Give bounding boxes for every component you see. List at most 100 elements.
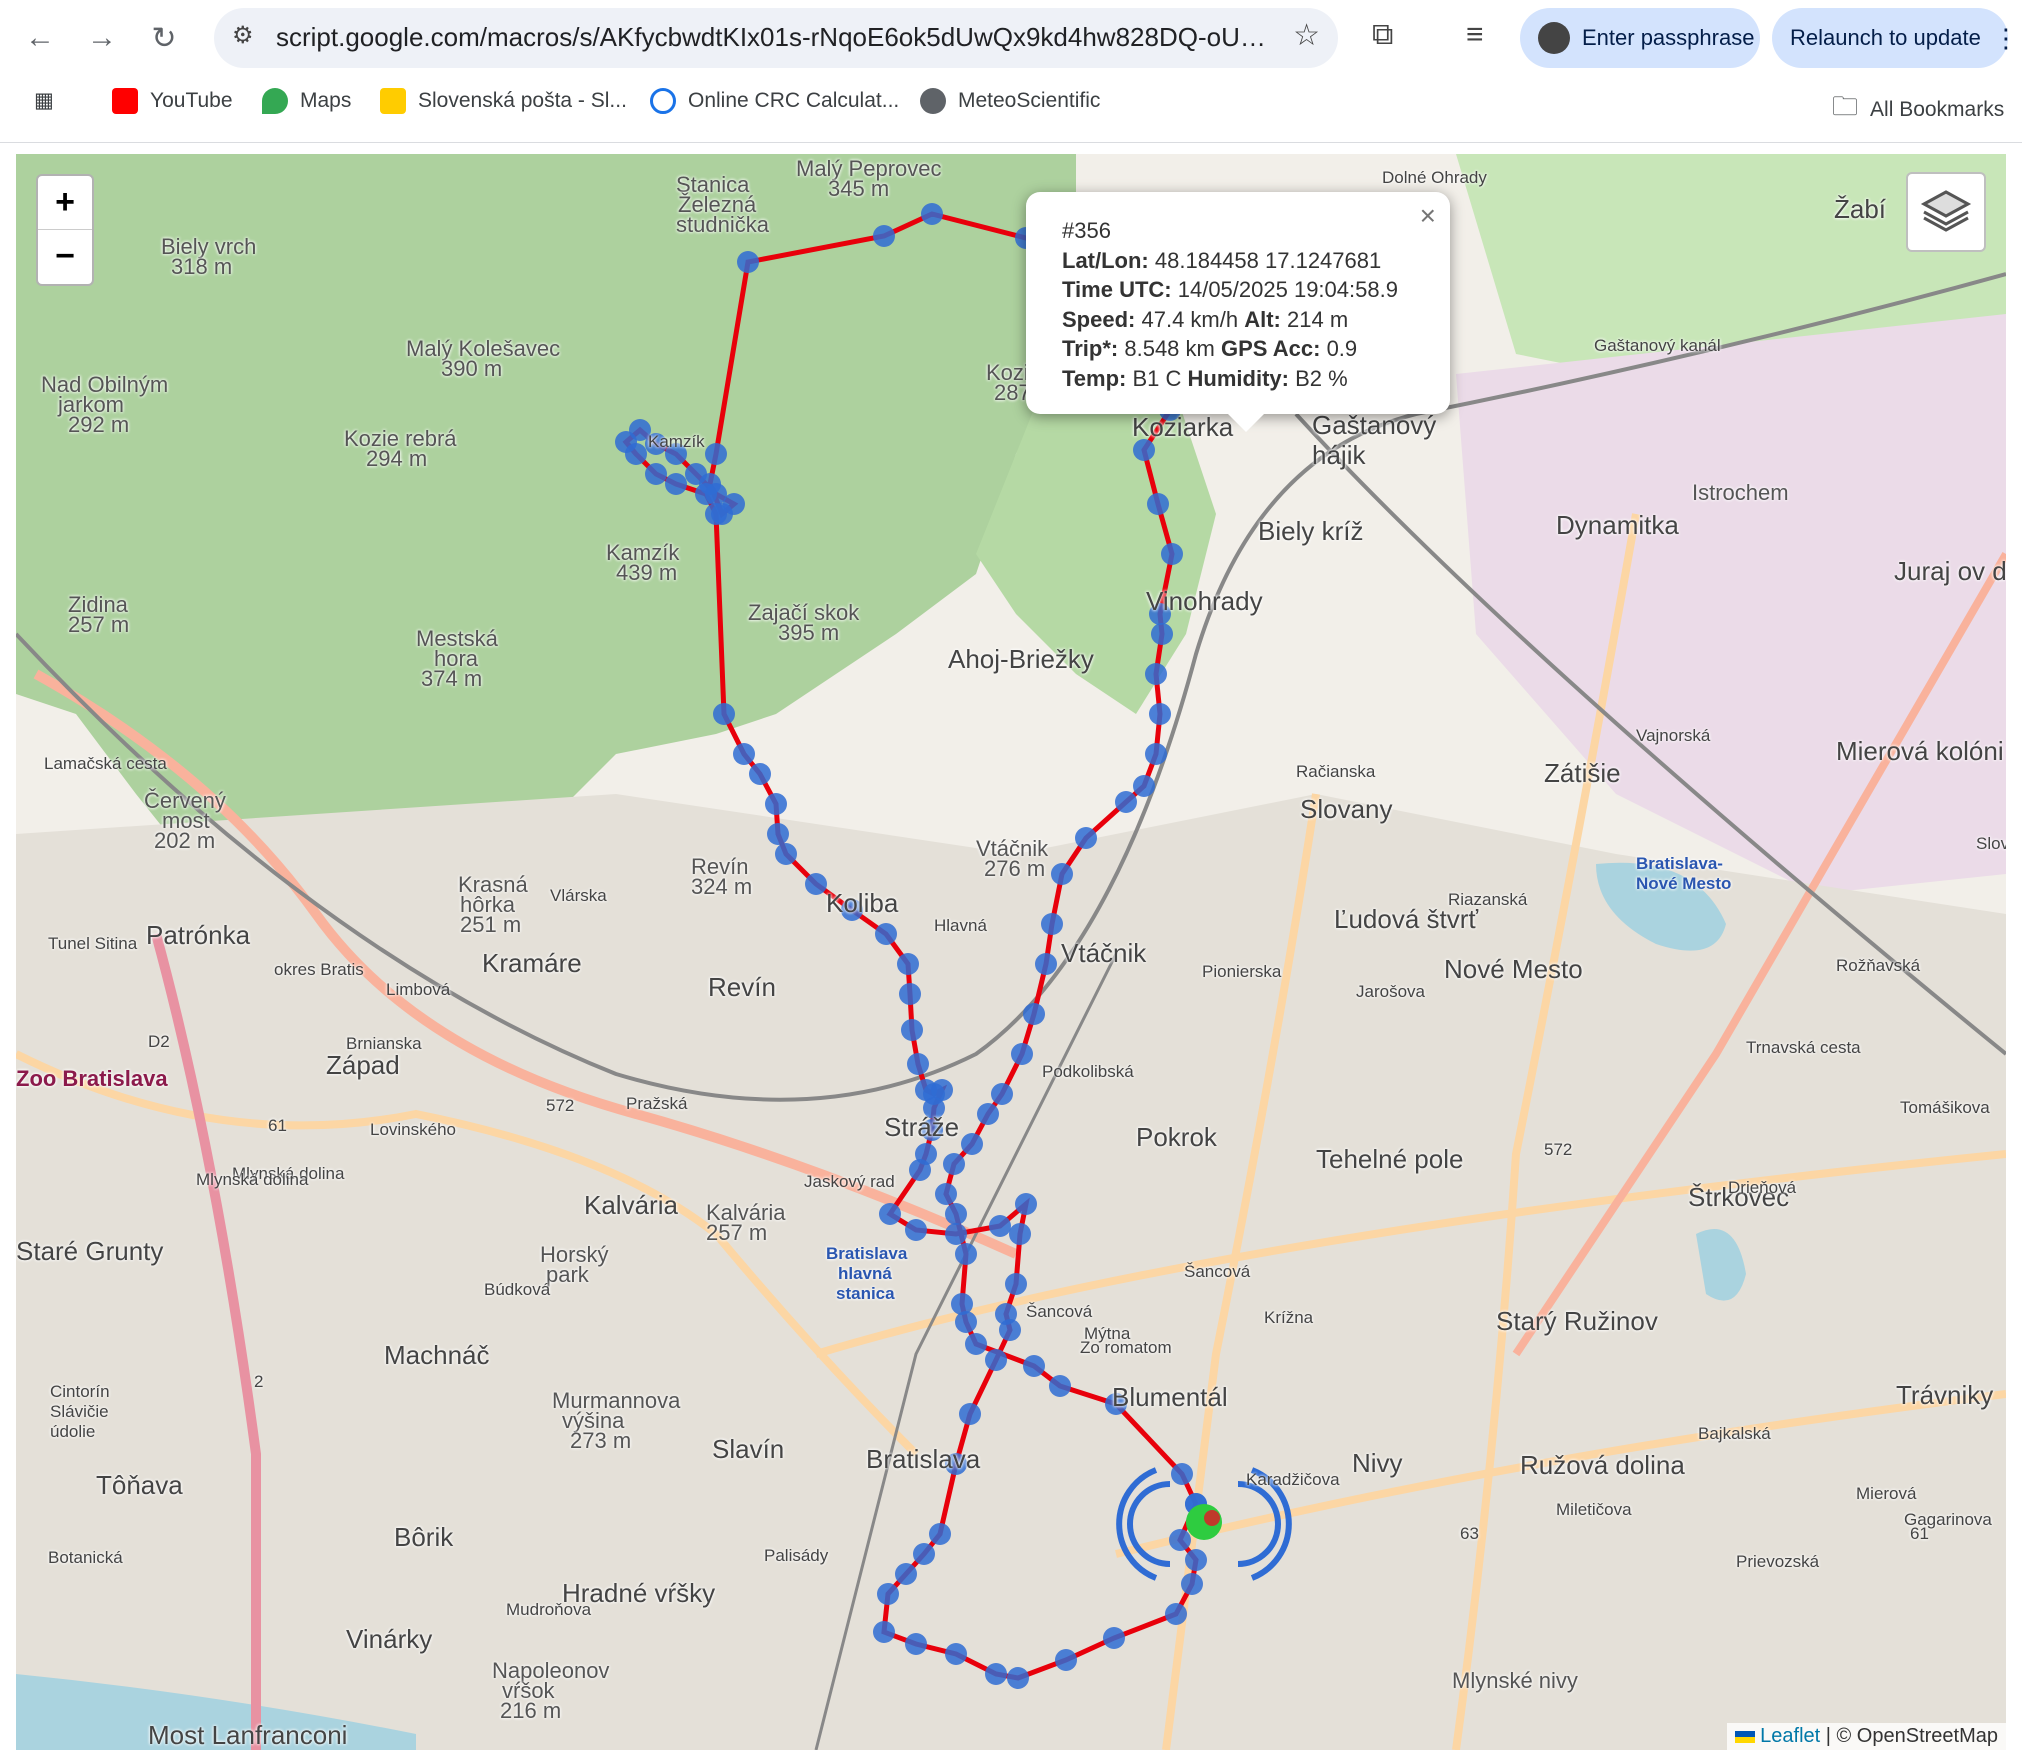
gps-point[interactable] bbox=[1161, 543, 1183, 565]
zoom-in-button[interactable]: + bbox=[38, 176, 92, 230]
gps-point[interactable] bbox=[1049, 1375, 1071, 1397]
gps-point[interactable] bbox=[737, 251, 759, 273]
zoom-out-button[interactable]: − bbox=[38, 230, 92, 283]
gps-point[interactable] bbox=[879, 1203, 901, 1225]
gps-point[interactable] bbox=[1103, 1627, 1125, 1649]
gps-point[interactable] bbox=[877, 1583, 899, 1605]
gps-point[interactable] bbox=[1169, 1529, 1191, 1551]
gps-point[interactable] bbox=[713, 703, 735, 725]
apps-grid-icon[interactable]: ▦ bbox=[34, 88, 54, 113]
gps-point[interactable] bbox=[1075, 827, 1097, 849]
gps-point[interactable] bbox=[1011, 1043, 1033, 1065]
gps-point[interactable] bbox=[921, 203, 943, 225]
gps-point[interactable] bbox=[935, 1183, 957, 1205]
gps-point[interactable] bbox=[767, 823, 789, 845]
gps-point[interactable] bbox=[1185, 1549, 1207, 1571]
url-text[interactable]: script.google.com/macros/s/AKfycbwdtKIx0… bbox=[276, 22, 1266, 53]
gps-point[interactable] bbox=[1133, 775, 1155, 797]
gps-point[interactable] bbox=[873, 1621, 895, 1643]
gps-point[interactable] bbox=[1015, 1193, 1037, 1215]
gps-point[interactable] bbox=[875, 923, 897, 945]
gps-point[interactable] bbox=[873, 225, 895, 247]
gps-point[interactable] bbox=[733, 743, 755, 765]
gps-point[interactable] bbox=[625, 443, 647, 465]
gps-point[interactable] bbox=[1007, 1667, 1029, 1689]
gps-point[interactable] bbox=[943, 1153, 965, 1175]
gps-point[interactable] bbox=[645, 463, 667, 485]
gps-point[interactable] bbox=[999, 1319, 1021, 1341]
gps-point[interactable] bbox=[913, 1543, 935, 1565]
gps-point[interactable] bbox=[955, 1243, 977, 1265]
bookmark-meteoscientific[interactable]: MeteoScientific bbox=[920, 88, 1100, 114]
gps-point[interactable] bbox=[1145, 743, 1167, 765]
address-bar[interactable]: ⚙ script.google.com/macros/s/AKfycbwdtKI… bbox=[214, 8, 1338, 68]
gps-point[interactable] bbox=[897, 953, 919, 975]
gps-point[interactable] bbox=[905, 1219, 927, 1241]
gps-point[interactable] bbox=[1145, 663, 1167, 685]
site-info-icon[interactable]: ⚙ bbox=[232, 21, 264, 53]
gps-point[interactable] bbox=[1149, 703, 1171, 725]
gps-point[interactable] bbox=[907, 1053, 929, 1075]
gps-point[interactable] bbox=[1051, 863, 1073, 885]
gps-point[interactable] bbox=[685, 463, 707, 485]
gps-point[interactable] bbox=[749, 763, 771, 785]
gps-point[interactable] bbox=[945, 1643, 967, 1665]
gps-point[interactable] bbox=[951, 1293, 973, 1315]
gps-point[interactable] bbox=[991, 1083, 1013, 1105]
popup-close-button[interactable]: × bbox=[1420, 200, 1436, 232]
layers-control[interactable] bbox=[1906, 172, 1986, 252]
gps-point[interactable] bbox=[909, 1159, 931, 1181]
gps-point[interactable] bbox=[989, 1215, 1011, 1237]
gps-point[interactable] bbox=[959, 1403, 981, 1425]
bookmark-youtube[interactable]: YouTube bbox=[112, 88, 233, 114]
gps-point[interactable] bbox=[965, 1333, 987, 1355]
all-bookmarks[interactable]: 🗀 All Bookmarks bbox=[1832, 88, 2004, 132]
gps-point[interactable] bbox=[945, 1223, 967, 1245]
gps-point[interactable] bbox=[1009, 1223, 1031, 1245]
gps-point[interactable] bbox=[665, 473, 687, 495]
gps-point[interactable] bbox=[901, 1019, 923, 1041]
map-view[interactable]: Malý Peprovec 345 m Stanica Železná studničk… bbox=[16, 154, 2006, 1750]
gps-point[interactable] bbox=[1023, 1003, 1045, 1025]
gps-point[interactable] bbox=[1055, 1649, 1077, 1671]
gps-point[interactable] bbox=[985, 1663, 1007, 1685]
gps-point[interactable] bbox=[805, 873, 827, 895]
gps-point[interactable] bbox=[705, 503, 727, 525]
gps-point[interactable] bbox=[765, 793, 787, 815]
bookmark-crc-calculator[interactable]: Online CRC Calculat... bbox=[650, 88, 899, 114]
more-menu-icon[interactable]: ⋮ bbox=[1993, 23, 2019, 54]
gps-point[interactable] bbox=[705, 443, 727, 465]
relaunch-button[interactable]: Relaunch to update ⋮ bbox=[1772, 8, 2019, 68]
reading-list-icon[interactable]: ≡ bbox=[1466, 18, 1484, 52]
bookmark-slovenska-posta[interactable]: Slovenská pošta - Sl... bbox=[380, 88, 627, 114]
gps-point[interactable] bbox=[1023, 1355, 1045, 1377]
gps-point[interactable] bbox=[1151, 623, 1173, 645]
enter-passphrase-button[interactable]: Enter passphrase bbox=[1520, 8, 1760, 68]
reload-icon[interactable]: ↻ bbox=[140, 14, 188, 62]
gps-point[interactable] bbox=[895, 1563, 917, 1585]
gps-point[interactable] bbox=[1171, 1463, 1193, 1485]
gps-point[interactable] bbox=[1181, 1573, 1203, 1595]
gps-point[interactable] bbox=[695, 483, 717, 505]
gps-point[interactable] bbox=[775, 843, 797, 865]
gps-point[interactable] bbox=[961, 1133, 983, 1155]
gps-point[interactable] bbox=[899, 983, 921, 1005]
gps-point[interactable] bbox=[1005, 1273, 1027, 1295]
gps-point[interactable] bbox=[985, 1349, 1007, 1371]
extensions-icon[interactable]: ⧉ bbox=[1372, 18, 1393, 52]
gps-point[interactable] bbox=[1115, 791, 1137, 813]
leaflet-link[interactable]: Leaflet bbox=[1760, 1725, 1820, 1747]
gps-point[interactable] bbox=[905, 1633, 927, 1655]
gps-point[interactable] bbox=[1041, 913, 1063, 935]
popup-tip bbox=[1228, 414, 1264, 432]
gps-point[interactable] bbox=[1147, 493, 1169, 515]
gps-point[interactable] bbox=[929, 1523, 951, 1545]
bookmark-maps[interactable]: Maps bbox=[262, 88, 351, 114]
forward-icon[interactable]: → bbox=[78, 14, 126, 62]
gps-point[interactable] bbox=[977, 1103, 999, 1125]
gps-point[interactable] bbox=[1035, 953, 1057, 975]
bookmark-star-icon[interactable]: ☆ bbox=[1293, 18, 1320, 53]
gps-point[interactable] bbox=[945, 1203, 967, 1225]
back-icon[interactable]: ← bbox=[16, 14, 64, 62]
gps-point[interactable] bbox=[1165, 1603, 1187, 1625]
